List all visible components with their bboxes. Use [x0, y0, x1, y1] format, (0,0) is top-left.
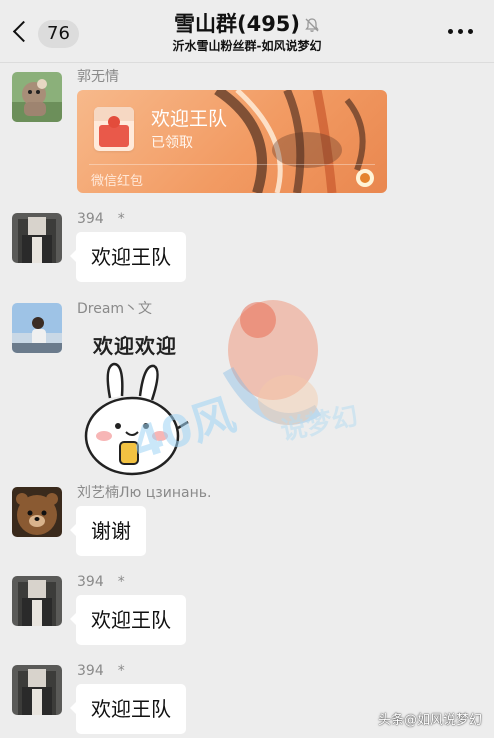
- sender-name: 394 *: [77, 663, 125, 679]
- sender-name: 郭无情: [77, 69, 119, 85]
- chat-header: 76 雪山群(495) 沂水雪山粉丝群-如风说梦幻: [0, 0, 494, 63]
- mute-bell-icon: [305, 18, 319, 32]
- chat-title-text: 雪山群(495): [173, 12, 301, 36]
- chat-title: 雪山群(495): [0, 10, 494, 38]
- chat-subtitle: 沂水雪山粉丝群-如风说梦幻: [172, 39, 322, 53]
- watermark-overlay: 40风 说梦幻: [126, 300, 361, 470]
- avatar[interactable]: [12, 576, 62, 626]
- sender-name: 394 *: [77, 574, 125, 590]
- more-button[interactable]: [448, 29, 474, 35]
- red-packet-footer: 微信红包: [91, 174, 144, 189]
- text-bubble[interactable]: 欢迎王队: [70, 232, 186, 282]
- avatar[interactable]: [12, 487, 62, 537]
- text-bubble[interactable]: 欢迎王队: [70, 684, 186, 734]
- sender-name: 394 *: [77, 211, 125, 227]
- avatar[interactable]: [12, 213, 62, 263]
- avatar[interactable]: [12, 303, 62, 353]
- sender-name: 刘艺楠Лю цзинань.: [77, 485, 212, 501]
- red-packet-card[interactable]: 欢迎王队 已领取 微信红包: [77, 90, 387, 193]
- avatar[interactable]: [12, 665, 62, 715]
- red-packet-icon: [94, 107, 134, 151]
- avatar[interactable]: [12, 72, 62, 122]
- red-packet-divider: [89, 164, 375, 165]
- red-packet-title: 欢迎王队: [151, 108, 228, 130]
- source-watermark: 头条@如风说梦幻: [377, 713, 482, 728]
- red-packet-status: 已领取: [151, 135, 193, 151]
- text-bubble[interactable]: 谢谢: [70, 506, 146, 556]
- watermark-number: 40风: [126, 389, 242, 470]
- text-bubble[interactable]: 欢迎王队: [70, 595, 186, 645]
